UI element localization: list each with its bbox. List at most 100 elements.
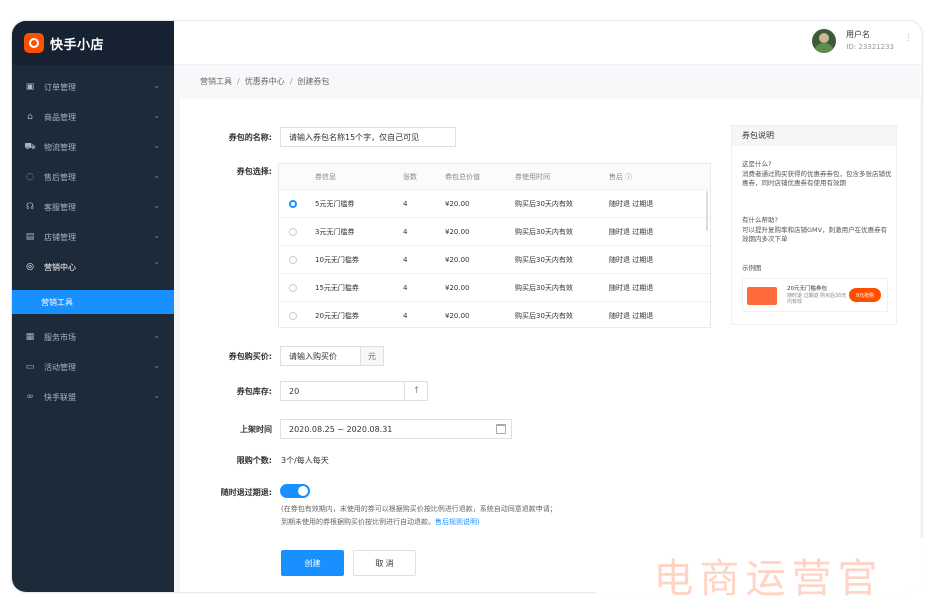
sidebar-item-orders[interactable]: ▣ 订单管理 ⌄: [12, 72, 174, 102]
coupon-table: 券信息 张数 券包总价值 券使用时间 售后 ⓘ 5元无门槛券 4 ¥20.00 …: [278, 163, 711, 328]
sidebar-item-alliance[interactable]: ∞ 快手联盟 ⌄: [12, 382, 174, 412]
sidebar: 快手小店 ▣ 订单管理 ⌄ ⌂ 商品管理 ⌄ ⛟ 物流管理 ⌄ ◌ 售后管理 ⌄…: [12, 21, 174, 592]
coupon-value: ¥20.00: [445, 200, 470, 208]
refund-note-text: 到期未使用的券根据购买价按比例进行自动退款。: [281, 518, 435, 526]
example-title: 20元无门槛券包: [787, 286, 827, 292]
coupon-name: 3元无门槛券: [315, 228, 355, 236]
refund-toggle[interactable]: [280, 484, 310, 498]
chevron-down-icon: ⌄: [153, 231, 160, 240]
coupon-after-sales: 随时退 过期退: [609, 312, 654, 320]
chevron-down-icon: ⌄: [153, 171, 160, 180]
kuaishou-logo-icon: [24, 33, 44, 53]
more-icon[interactable]: ⋮: [904, 33, 913, 43]
headset-icon: ☊: [26, 202, 34, 212]
breadcrumb-bar: 营销工具 / 优惠券中心 / 创建券包: [174, 65, 922, 99]
sidebar-item-after-sales[interactable]: ◌ 售后管理 ⌄: [12, 162, 174, 192]
column-header: 券包总价值: [445, 173, 480, 181]
cancel-button[interactable]: 取 消: [353, 550, 416, 576]
example-subtitle: 随时退 过期退 购买后30天内有效: [787, 293, 847, 305]
info-answer-1: 消费者通过购买获得的优惠券券包，包含多张店铺优惠券，同时店铺优惠券有使用有效期: [742, 170, 892, 187]
info-answer-2: 可以提升复购率和店铺GMV，刺激用户在优惠券有效期内多次下单: [742, 226, 888, 243]
info-question-2: 有什么帮助?: [742, 216, 778, 224]
radio[interactable]: [289, 228, 297, 236]
package-name-input[interactable]: 请输入券包名称15个字，仅自己可见: [280, 127, 456, 147]
radio[interactable]: [289, 256, 297, 264]
target-icon: ◎: [26, 262, 34, 272]
limit-label: 限购个数:: [236, 456, 272, 465]
breadcrumb-item-marketing-tools[interactable]: 营销工具: [200, 77, 232, 86]
column-header: 张数: [403, 173, 417, 181]
coupon-count: 4: [403, 284, 408, 292]
arrow-up-icon[interactable]: ↑: [404, 381, 428, 401]
calendar-icon[interactable]: [496, 424, 506, 434]
info-question-1: 这是什么?: [742, 160, 772, 168]
table-row[interactable]: 15元无门槛券 4 ¥20.00 购买后30天内有效 随时退 过期退: [279, 274, 710, 302]
coupon-count: 4: [403, 200, 408, 208]
example-label: 示例图: [742, 264, 762, 272]
top-bar: 用户名 ID: 23321233 ⋮: [174, 21, 922, 65]
sidebar-item-label: 快手联盟: [44, 392, 76, 402]
chevron-up-icon: ⌃: [153, 261, 160, 270]
listing-time-label: 上架时间: [240, 425, 272, 434]
coupon-time: 购买后30天内有效: [515, 312, 573, 320]
sidebar-item-products[interactable]: ⌂ 商品管理 ⌄: [12, 102, 174, 132]
info-panel-title: 券包说明: [732, 126, 896, 146]
app-window: 快手小店 ▣ 订单管理 ⌄ ⌂ 商品管理 ⌄ ⛟ 物流管理 ⌄ ◌ 售后管理 ⌄…: [12, 21, 922, 592]
table-row[interactable]: 3元无门槛券 4 ¥20.00 购买后30天内有效 随时退 过期退: [279, 218, 710, 246]
sidebar-item-label: 订单管理: [44, 82, 76, 92]
coupon-count: 4: [403, 228, 408, 236]
coupon-value: ¥20.00: [445, 312, 470, 320]
sidebar-item-service-market[interactable]: ▦ 服务市场 ⌄: [12, 322, 174, 352]
sidebar-item-label: 商品管理: [44, 112, 76, 122]
package-info-panel: 券包说明 这是什么? 消费者通过购买获得的优惠券券包，包含多张店铺优惠券，同时店…: [731, 125, 897, 325]
avatar[interactable]: [812, 29, 836, 53]
app-logo[interactable]: 快手小店: [12, 21, 174, 65]
sidebar-item-marketing[interactable]: ◎ 营销中心 ⌃: [12, 252, 174, 282]
radio[interactable]: [289, 312, 297, 320]
user-id: ID: 23321233: [846, 43, 894, 51]
sidebar-item-logistics[interactable]: ⛟ 物流管理 ⌄: [12, 132, 174, 162]
sidebar-item-label: 物流管理: [44, 142, 76, 152]
form-panel: 券包的名称: 请输入券包名称15个字，仅自己可见 券包选择: 券信息 张数 券包…: [180, 99, 920, 592]
watermark: 电商运营官: [596, 538, 941, 612]
link-icon: ∞: [26, 392, 34, 402]
column-header: 券使用时间: [515, 173, 550, 181]
date-range-input[interactable]: 2020.08.25 ~ 2020.08.31: [280, 419, 512, 439]
main-content: 券包的名称: 请输入券包名称15个字，仅自己可见 券包选择: 券信息 张数 券包…: [174, 99, 922, 592]
table-scrollbar[interactable]: [706, 191, 708, 231]
table-row[interactable]: 10元无门槛券 4 ¥20.00 购买后30天内有效 随时退 过期退: [279, 246, 710, 274]
breadcrumb-item-coupon-center[interactable]: 优惠券中心: [245, 77, 285, 86]
coupon-value: ¥20.00: [445, 256, 470, 264]
username[interactable]: 用户名: [846, 29, 870, 40]
coupon-after-sales: 随时退 过期退: [609, 284, 654, 292]
coupon-after-sales: 随时退 过期退: [609, 200, 654, 208]
breadcrumb-item-create-package: 创建券包: [297, 77, 330, 86]
coupon-value: ¥20.00: [445, 228, 470, 236]
coupon-name: 20元无门槛券: [315, 312, 359, 320]
sidebar-item-label: 客服管理: [44, 202, 76, 212]
refund-note: (在券包有效期内，未使用的券可以根据购买价按比例进行退款，系统自动同意退款申请；: [281, 505, 557, 513]
table-row[interactable]: 20元无门槛券 4 ¥20.00 购买后30天内有效 随时退 过期退: [279, 302, 710, 327]
sidebar-item-store[interactable]: ▤ 店铺管理 ⌄: [12, 222, 174, 252]
coupon-name: 5元无门槛券: [315, 200, 355, 208]
create-button[interactable]: 创建: [281, 550, 344, 576]
coupon-count: 4: [403, 312, 408, 320]
sidebar-item-customer-service[interactable]: ☊ 客服管理 ⌄: [12, 192, 174, 222]
chevron-down-icon: ⌄: [153, 331, 160, 340]
order-icon: ▣: [25, 82, 35, 92]
sidebar-subitem-marketing-tools[interactable]: 营销工具: [12, 290, 174, 314]
coupon-time: 购买后30天内有效: [515, 256, 573, 264]
radio-selected[interactable]: [289, 200, 297, 208]
limit-value: 3个/每人每天: [281, 456, 329, 465]
coupon-after-sales: 随时退 过期退: [609, 256, 654, 264]
sidebar-item-activities[interactable]: ▭ 活动管理 ⌄: [12, 352, 174, 382]
sidebar-item-label: 营销中心: [44, 262, 76, 272]
chevron-down-icon: ⌄: [153, 201, 160, 210]
store-icon: ▤: [25, 232, 35, 242]
after-sales-rules-link[interactable]: 售后规则说明): [435, 518, 480, 526]
table-row[interactable]: 5元无门槛券 4 ¥20.00 购买后30天内有效 随时退 过期退: [279, 190, 710, 218]
breadcrumb: 营销工具 / 优惠券中心 / 创建券包: [200, 77, 330, 86]
example-image: 20元无门槛券包 随时退 过期退 购买后30天内有效 9元抢购: [742, 278, 888, 312]
radio[interactable]: [289, 284, 297, 292]
coupon-time: 购买后30天内有效: [515, 284, 573, 292]
